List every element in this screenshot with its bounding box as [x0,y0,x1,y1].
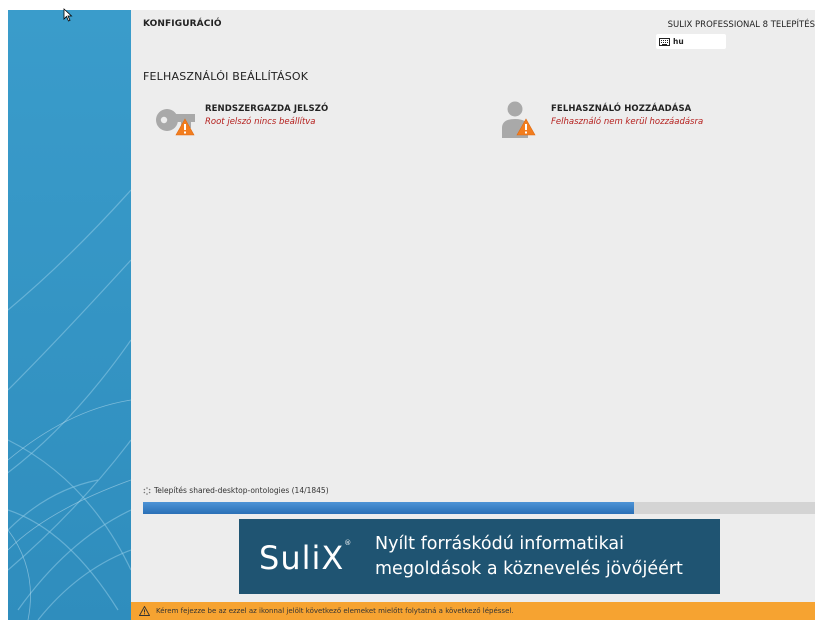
warning-icon [516,118,536,136]
main-panel: KONFIGURÁCIÓ SULIX PROFESSIONAL 8 TELEPÍ… [131,10,815,602]
section-title: FELHASZNÁLÓI BEÁLLÍTÁSOK [143,70,309,83]
spoke-status: Felhasználó nem kerül hozzáadásra [551,117,704,127]
spoke-title: FELHASZNÁLÓ HOZZÁADÁSA [551,104,692,114]
keyboard-layout-label: hu [673,37,684,46]
page-title: KONFIGURÁCIÓ [143,19,222,29]
progress-text: Telepítés shared-desktop-ontologies (14/… [154,486,329,495]
spoke-status: Root jelszó nincs beállítva [205,117,316,127]
spoke-title: RENDSZERGAZDA JELSZÓ [205,104,329,114]
warning-text: Kérem fejezze be az ezzel az ikonnal jel… [156,607,514,615]
mouse-cursor-icon [63,8,73,22]
keyboard-layout-indicator[interactable]: hu [656,34,726,49]
install-progress-bar [143,502,815,514]
warning-bar: Kérem fejezze be az ezzel az ikonnal jel… [131,602,815,620]
progress-label: Telepítés shared-desktop-ontologies (14/… [143,486,329,495]
warning-icon [139,606,150,616]
banner-line-1: Nyílt forráskódú informatikai [375,534,624,554]
product-title: SULIX PROFESSIONAL 8 TELEPÍTÉS [667,20,815,30]
spoke-add-user[interactable]: FELHASZNÁLÓ HOZZÁADÁSA Felhasználó nem k… [499,100,703,140]
sulix-logo-text: SuliX [259,539,345,577]
banner-line-2: megoldások a köznevelés jövőjéért [375,559,683,579]
spinner-icon [143,486,151,495]
spoke-root-password[interactable]: RENDSZERGAZDA JELSZÓ Root jelszó nincs b… [153,100,328,140]
sidebar-artwork [8,10,131,620]
install-progress-fill [143,502,634,514]
warning-icon [175,118,195,136]
keyboard-icon [659,37,670,46]
sulix-logo: SuliX® [259,539,353,577]
sulix-banner: SuliX® Nyílt forráskódú informatikai meg… [239,519,720,594]
